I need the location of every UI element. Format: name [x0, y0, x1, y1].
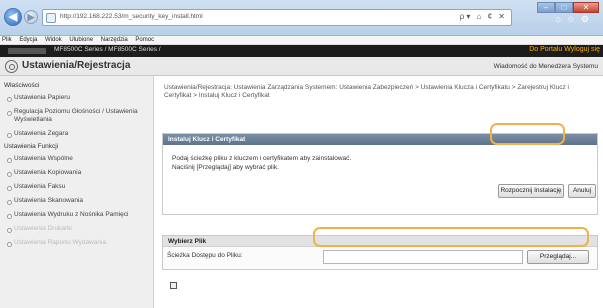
start-installation-button[interactable]: Rozpocznij Instalację [498, 184, 564, 198]
address-bar[interactable]: http://192.168.222.53/m_security_key_ins… [42, 9, 512, 26]
file-path-label: Ścieżka Dostępu do Pliku: [167, 252, 243, 259]
page-title: Ustawienia/Rejestracja [22, 60, 131, 71]
sidebar-item-clock[interactable]: Ustawienia Zegara [0, 127, 153, 141]
install-panel: Instaluj Klucz i Certyfikat Podaj ścieżk… [162, 133, 598, 215]
top-icon[interactable] [170, 282, 177, 289]
forward-button[interactable]: ▶ [24, 10, 38, 24]
sidebar-item-fax[interactable]: Ustawienia Faksu [0, 180, 153, 194]
minimize-icon[interactable]: – [537, 2, 555, 13]
sidebar-section-properties[interactable]: Właściwości [0, 80, 153, 91]
address-tools[interactable]: ρ▾ ⌂ ¢ ✕ [460, 12, 507, 21]
sidebar-section-functions[interactable]: Ustawienia Funkcji [0, 141, 153, 152]
portal-link[interactable]: Do Portalu [529, 46, 562, 53]
gear-icon [5, 60, 18, 73]
url-text: http://192.168.222.53/m_security_key_ins… [60, 13, 203, 20]
menu-view[interactable]: Widok [45, 37, 62, 43]
sidebar-item-copy[interactable]: Ustawienia Kopiowania [0, 166, 153, 180]
menu-help[interactable]: Pomoc [135, 37, 154, 43]
app-header: MF8500C Series / MF8500C Series / Do Por… [0, 45, 603, 57]
page-icon [46, 13, 56, 23]
browser-titlebar: ◀ ▶ http://192.168.222.53/m_security_key… [0, 0, 603, 36]
close-icon[interactable]: ✕ [573, 2, 599, 13]
logout-link[interactable]: Wyloguj się [564, 46, 600, 53]
menubar: Plik Edycja Widok Ulubione Narzędzia Pom… [0, 36, 603, 45]
browser-icons: ⌂☆⚙ [555, 14, 595, 24]
menu-edit[interactable]: Edycja [19, 37, 37, 43]
file-path-input[interactable] [323, 250, 523, 264]
sidebar-item-printer[interactable]: Ustawienia Drukarki [0, 222, 153, 236]
maximize-icon[interactable]: □ [555, 2, 573, 13]
menu-favorites[interactable]: Ulubione [69, 37, 93, 43]
cancel-button[interactable]: Anuluj [568, 184, 596, 198]
instruction-line-1: Podaj ścieżkę pliku z kluczem i certyfik… [172, 155, 352, 162]
browse-button[interactable]: Przeglądaj... [527, 250, 589, 264]
install-panel-title: Instaluj Klucz i Certyfikat [163, 134, 597, 145]
menu-file[interactable]: Plik [2, 37, 12, 43]
sidebar-item-volume-display[interactable]: Regulacja Poziomu Głośności / Ustawienia… [0, 105, 153, 127]
menu-tools[interactable]: Narzędzia [101, 37, 128, 43]
instruction-line-2: Naciśnij [Przeglądaj] aby wybrać plik. [172, 164, 279, 171]
page-header: Ustawienia/Rejestracja Wiadomość do Mene… [0, 57, 603, 76]
sidebar-item-common[interactable]: Ustawienia Wspólne [0, 152, 153, 166]
sidebar-item-memory-print[interactable]: Ustawienia Wydruku z Nośnika Pamięci [0, 208, 153, 222]
header-links: Do Portalu Wyloguj się [529, 46, 600, 53]
product-name: MF8500C Series / MF8500C Series / [54, 46, 161, 53]
sidebar: Właściwości Ustawienia Papieru Regulacja… [0, 76, 154, 308]
breadcrumb: Ustawienia/Rejestracja: Ustawienia Zarzą… [164, 84, 569, 99]
sidebar-item-scan[interactable]: Ustawienia Skanowania [0, 194, 153, 208]
main-content: Ustawienia/Rejestracja: Ustawienia Zarzą… [160, 76, 600, 308]
logo [8, 48, 46, 54]
sidebar-item-report[interactable]: Ustawienia Raportu Wydawania [0, 236, 153, 250]
back-button[interactable]: ◀ [4, 8, 22, 26]
install-instructions: Podaj ścieżkę pliku z kluczem i certyfik… [172, 154, 351, 172]
select-file-title: Wybierz Plik [163, 236, 597, 247]
sidebar-item-paper[interactable]: Ustawienia Papieru [0, 91, 153, 105]
message-to-admin-link[interactable]: Wiadomość do Menedżera Systemu [494, 63, 598, 70]
select-file-panel: Wybierz Plik Ścieżka Dostępu do Pliku: P… [162, 235, 598, 270]
